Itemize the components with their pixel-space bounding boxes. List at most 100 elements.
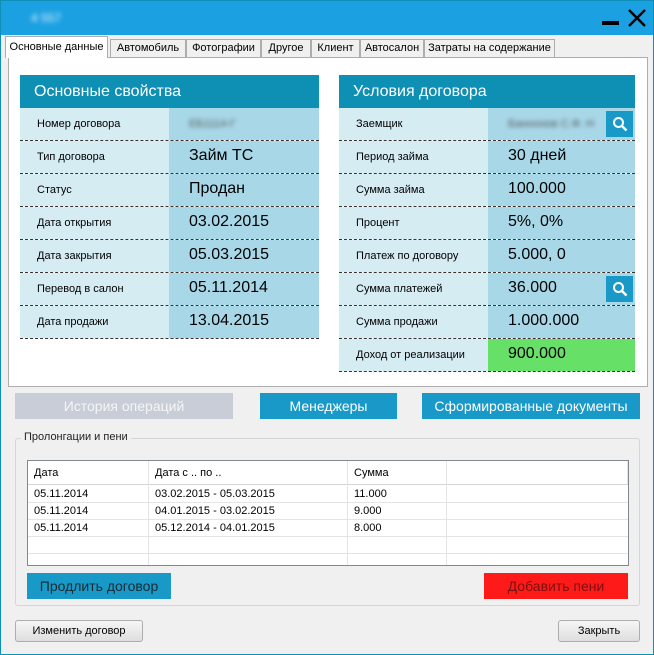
cell-extra xyxy=(447,554,628,565)
column-header-date[interactable]: Дата xyxy=(28,461,149,484)
borrower-search-button[interactable] xyxy=(606,111,633,137)
edit-contract-button[interactable]: Изменить договор xyxy=(15,620,143,642)
value-cell: ЕБ1114-Г xyxy=(169,108,319,140)
label-loan-amount: Сумма займа xyxy=(339,174,488,206)
tab-car[interactable]: Автомобиль xyxy=(110,39,186,57)
search-icon xyxy=(612,117,627,132)
tab-photos[interactable]: Фотографии xyxy=(186,39,261,57)
cell-period xyxy=(149,537,348,553)
cell-date xyxy=(28,537,149,553)
prolongations-table[interactable]: Дата Дата с .. по .. Сумма 05.11.2014 03… xyxy=(27,460,629,566)
value-close-date: 05.03.2015 xyxy=(169,240,319,272)
value-contract-type: Займ ТС xyxy=(169,141,319,173)
value-contract-number: ЕБ1114-Г xyxy=(189,118,237,130)
prolongations-group-title: Пролонгации и пени xyxy=(21,431,131,443)
cell-extra xyxy=(447,503,628,519)
minimize-button[interactable] xyxy=(599,8,621,28)
row-contract-number: Номер договора ЕБ1114-Г xyxy=(20,108,319,141)
basic-properties-section: Основные свойства Номер договора ЕБ1114-… xyxy=(20,75,319,339)
cell-amount: 8.000 xyxy=(348,520,447,536)
close-button[interactable]: Закрыть xyxy=(558,620,640,642)
label-contract-type: Тип договора xyxy=(20,141,169,173)
cell-period xyxy=(149,554,348,565)
label-payments-total: Сумма платежей xyxy=(339,273,488,305)
label-contract-payment: Платеж по договору xyxy=(339,240,488,272)
label-loan-period: Период займа xyxy=(339,141,488,173)
cell-extra xyxy=(447,520,628,536)
cell-date: 05.11.2014 xyxy=(28,520,149,536)
cell-extra xyxy=(447,537,628,553)
close-window-button[interactable] xyxy=(626,8,648,28)
row-transfer-date: Перевод в салон 05.11.2014 xyxy=(20,273,319,306)
cell-amount: 11.000 xyxy=(348,486,447,502)
managers-button[interactable]: Менеджеры xyxy=(260,393,397,419)
tab-other[interactable]: Другое xyxy=(261,39,311,57)
cell-period: 05.12.2014 - 04.01.2015 xyxy=(149,520,348,536)
basic-properties-header: Основные свойства xyxy=(20,75,319,108)
row-contract-type: Тип договора Займ ТС xyxy=(20,141,319,174)
table-row[interactable]: 05.11.2014 03.02.2015 - 05.03.2015 11.00… xyxy=(28,486,628,503)
tab-client[interactable]: Клиент xyxy=(311,39,360,57)
column-header-period[interactable]: Дата с .. по .. xyxy=(149,461,348,484)
label-transfer-date: Перевод в салон xyxy=(20,273,169,305)
search-icon xyxy=(612,282,627,297)
column-header-amount[interactable]: Сумма xyxy=(348,461,447,484)
row-open-date: Дата открытия 03.02.2015 xyxy=(20,207,319,240)
cell-amount xyxy=(348,554,447,565)
contract-window: 4 557 Основные данные Автомобиль Фотогра… xyxy=(0,0,654,655)
title-bar: 4 557 xyxy=(1,1,653,35)
cell-date: 05.11.2014 xyxy=(28,486,149,502)
value-status: Продан xyxy=(169,174,319,206)
close-icon xyxy=(628,9,646,27)
payments-search-button[interactable] xyxy=(606,276,633,302)
row-contract-payment: Платеж по договору 5.000, 0 xyxy=(339,240,635,273)
label-interest: Процент xyxy=(339,207,488,239)
value-interest: 5%, 0% xyxy=(488,207,635,239)
label-sale-date: Дата продажи xyxy=(20,306,169,338)
row-status: Статус Продан xyxy=(20,174,319,207)
row-sale-amount: Сумма продажи 1.000.000 xyxy=(339,306,635,339)
value-borrower: Баннонов С.Ф. Н xyxy=(508,118,595,130)
table-row[interactable]: 05.11.2014 05.12.2014 - 04.01.2015 8.000 xyxy=(28,520,628,537)
operations-history-button[interactable]: История операций xyxy=(15,393,233,419)
value-open-date: 03.02.2015 xyxy=(169,207,319,239)
table-row[interactable] xyxy=(28,554,628,565)
table-row[interactable] xyxy=(28,537,628,554)
value-contract-payment: 5.000, 0 xyxy=(488,240,635,272)
table-header-row: Дата Дата с .. по .. Сумма xyxy=(28,461,628,485)
tab-dealer[interactable]: Автосалон xyxy=(360,39,424,57)
contract-terms-section: Условия договора Заемщик Баннонов С.Ф. Н… xyxy=(339,75,635,372)
value-transfer-date: 05.11.2014 xyxy=(169,273,319,305)
label-sale-income: Доход от реализации xyxy=(339,339,488,371)
row-interest: Процент 5%, 0% xyxy=(339,207,635,240)
tab-strip: Основные данные Автомобиль Фотографии Др… xyxy=(5,36,650,58)
contract-terms-header: Условия договора xyxy=(339,75,635,108)
tab-basic-data[interactable]: Основные данные xyxy=(5,36,108,58)
value-loan-amount: 100.000 xyxy=(488,174,635,206)
row-payments-total: Сумма платежей 36.000 xyxy=(339,273,635,306)
row-borrower: Заемщик Баннонов С.Ф. Н xyxy=(339,108,635,141)
table-row[interactable]: 05.11.2014 04.01.2015 - 03.02.2015 9.000 xyxy=(28,503,628,520)
column-header-extra[interactable] xyxy=(447,461,628,484)
minimize-icon xyxy=(601,21,619,25)
cell-period: 04.01.2015 - 03.02.2015 xyxy=(149,503,348,519)
cell-amount xyxy=(348,537,447,553)
cell-amount: 9.000 xyxy=(348,503,447,519)
label-contract-number: Номер договора xyxy=(20,108,169,140)
label-close-date: Дата закрытия xyxy=(20,240,169,272)
tab-panel-basic: Основные свойства Номер договора ЕБ1114-… xyxy=(8,57,648,387)
extend-contract-button[interactable]: Продлить договор xyxy=(27,573,171,599)
row-loan-period: Период займа 30 дней xyxy=(339,141,635,174)
label-status: Статус xyxy=(20,174,169,206)
tab-maintenance-costs[interactable]: Затраты на содержание xyxy=(424,39,555,57)
label-open-date: Дата открытия xyxy=(20,207,169,239)
value-loan-period: 30 дней xyxy=(488,141,635,173)
label-borrower: Заемщик xyxy=(339,108,488,140)
window-title: 4 557 xyxy=(31,11,62,25)
cell-extra xyxy=(447,486,628,502)
cell-period: 03.02.2015 - 05.03.2015 xyxy=(149,486,348,502)
value-sale-date: 13.04.2015 xyxy=(169,306,319,338)
generated-documents-button[interactable]: Сформированные документы xyxy=(422,393,640,419)
add-penalty-button[interactable]: Добавить пени xyxy=(484,573,628,599)
value-sale-income: 900.000 xyxy=(488,339,635,371)
